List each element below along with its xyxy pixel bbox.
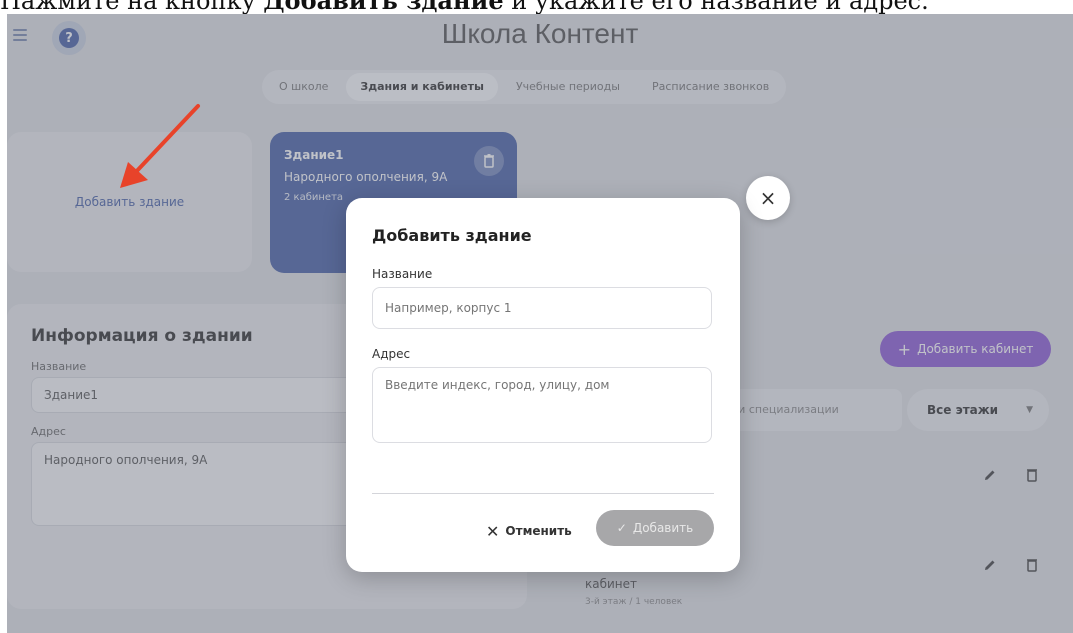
close-icon: ✕ <box>486 521 500 541</box>
submit-button[interactable]: ✓ Добавить <box>596 510 714 546</box>
close-modal-button[interactable]: × <box>746 176 790 220</box>
instruction-suffix: и укажите его название и адрес. <box>503 0 929 15</box>
modal-divider <box>372 493 714 494</box>
building-name-input[interactable] <box>372 287 712 329</box>
instruction-prefix: Нажмите на кнопку <box>0 0 264 15</box>
modal-name-label: Название <box>372 267 433 281</box>
check-icon: ✓ <box>616 521 627 535</box>
cancel-button[interactable]: ✕ Отменить <box>486 516 572 546</box>
building-address-input[interactable] <box>372 367 712 443</box>
modal-address-label: Адрес <box>372 347 411 361</box>
submit-label: Добавить <box>632 521 694 535</box>
add-building-modal: Добавить здание Название Адрес ✕ Отменит… <box>346 198 740 572</box>
cancel-label: Отменить <box>505 524 572 538</box>
instruction-bold: Добавить здание <box>263 0 504 15</box>
modal-title: Добавить здание <box>372 226 532 245</box>
close-icon: × <box>759 186 777 210</box>
